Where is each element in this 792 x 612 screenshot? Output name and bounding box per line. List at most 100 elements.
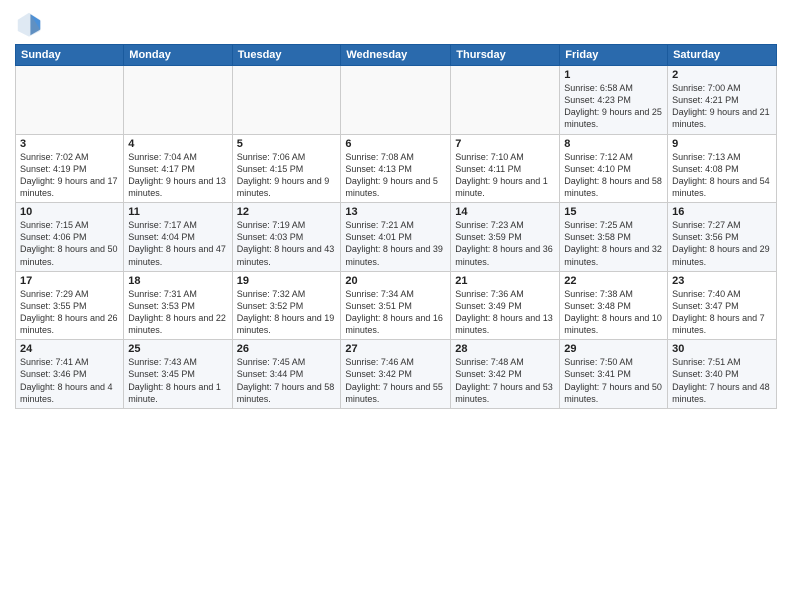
day-number: 13 — [345, 206, 446, 218]
day-info: Sunrise: 7:48 AM Sunset: 3:42 PM Dayligh… — [455, 356, 555, 405]
day-number: 10 — [20, 206, 119, 218]
calendar-header: SundayMondayTuesdayWednesdayThursdayFrid… — [16, 45, 777, 66]
calendar-cell: 27Sunrise: 7:46 AM Sunset: 3:42 PM Dayli… — [341, 340, 451, 409]
day-info: Sunrise: 7:08 AM Sunset: 4:13 PM Dayligh… — [345, 151, 446, 200]
calendar-cell: 23Sunrise: 7:40 AM Sunset: 3:47 PM Dayli… — [668, 271, 777, 340]
calendar-cell: 29Sunrise: 7:50 AM Sunset: 3:41 PM Dayli… — [560, 340, 668, 409]
day-info: Sunrise: 7:32 AM Sunset: 3:52 PM Dayligh… — [237, 288, 337, 337]
day-number: 22 — [564, 275, 663, 287]
calendar-cell: 26Sunrise: 7:45 AM Sunset: 3:44 PM Dayli… — [232, 340, 341, 409]
day-number: 14 — [455, 206, 555, 218]
calendar-week-1: 3Sunrise: 7:02 AM Sunset: 4:19 PM Daylig… — [16, 134, 777, 203]
calendar-cell: 28Sunrise: 7:48 AM Sunset: 3:42 PM Dayli… — [451, 340, 560, 409]
calendar-cell: 10Sunrise: 7:15 AM Sunset: 4:06 PM Dayli… — [16, 203, 124, 272]
day-number: 12 — [237, 206, 337, 218]
weekday-friday: Friday — [560, 45, 668, 66]
logo-icon — [15, 10, 43, 38]
day-info: Sunrise: 6:58 AM Sunset: 4:23 PM Dayligh… — [564, 82, 663, 131]
day-info: Sunrise: 7:21 AM Sunset: 4:01 PM Dayligh… — [345, 219, 446, 268]
day-number: 25 — [128, 343, 227, 355]
day-info: Sunrise: 7:27 AM Sunset: 3:56 PM Dayligh… — [672, 219, 772, 268]
day-info: Sunrise: 7:40 AM Sunset: 3:47 PM Dayligh… — [672, 288, 772, 337]
weekday-row: SundayMondayTuesdayWednesdayThursdayFrid… — [16, 45, 777, 66]
calendar-cell: 7Sunrise: 7:10 AM Sunset: 4:11 PM Daylig… — [451, 134, 560, 203]
day-info: Sunrise: 7:34 AM Sunset: 3:51 PM Dayligh… — [345, 288, 446, 337]
calendar-cell: 25Sunrise: 7:43 AM Sunset: 3:45 PM Dayli… — [124, 340, 232, 409]
calendar-cell — [124, 66, 232, 135]
calendar-cell: 21Sunrise: 7:36 AM Sunset: 3:49 PM Dayli… — [451, 271, 560, 340]
calendar-week-2: 10Sunrise: 7:15 AM Sunset: 4:06 PM Dayli… — [16, 203, 777, 272]
calendar-cell: 12Sunrise: 7:19 AM Sunset: 4:03 PM Dayli… — [232, 203, 341, 272]
day-info: Sunrise: 7:00 AM Sunset: 4:21 PM Dayligh… — [672, 82, 772, 131]
day-number: 4 — [128, 138, 227, 150]
day-info: Sunrise: 7:31 AM Sunset: 3:53 PM Dayligh… — [128, 288, 227, 337]
day-number: 28 — [455, 343, 555, 355]
weekday-sunday: Sunday — [16, 45, 124, 66]
calendar-cell: 18Sunrise: 7:31 AM Sunset: 3:53 PM Dayli… — [124, 271, 232, 340]
calendar-cell: 15Sunrise: 7:25 AM Sunset: 3:58 PM Dayli… — [560, 203, 668, 272]
calendar-cell: 19Sunrise: 7:32 AM Sunset: 3:52 PM Dayli… — [232, 271, 341, 340]
day-number: 26 — [237, 343, 337, 355]
day-number: 18 — [128, 275, 227, 287]
weekday-thursday: Thursday — [451, 45, 560, 66]
day-number: 6 — [345, 138, 446, 150]
day-number: 24 — [20, 343, 119, 355]
header — [15, 10, 777, 38]
day-number: 23 — [672, 275, 772, 287]
day-info: Sunrise: 7:04 AM Sunset: 4:17 PM Dayligh… — [128, 151, 227, 200]
day-info: Sunrise: 7:02 AM Sunset: 4:19 PM Dayligh… — [20, 151, 119, 200]
page: SundayMondayTuesdayWednesdayThursdayFrid… — [0, 0, 792, 612]
day-info: Sunrise: 7:17 AM Sunset: 4:04 PM Dayligh… — [128, 219, 227, 268]
day-number: 17 — [20, 275, 119, 287]
day-info: Sunrise: 7:43 AM Sunset: 3:45 PM Dayligh… — [128, 356, 227, 405]
calendar-week-4: 24Sunrise: 7:41 AM Sunset: 3:46 PM Dayli… — [16, 340, 777, 409]
day-number: 30 — [672, 343, 772, 355]
calendar-cell: 4Sunrise: 7:04 AM Sunset: 4:17 PM Daylig… — [124, 134, 232, 203]
day-info: Sunrise: 7:06 AM Sunset: 4:15 PM Dayligh… — [237, 151, 337, 200]
day-number: 5 — [237, 138, 337, 150]
calendar-cell: 14Sunrise: 7:23 AM Sunset: 3:59 PM Dayli… — [451, 203, 560, 272]
calendar-cell: 3Sunrise: 7:02 AM Sunset: 4:19 PM Daylig… — [16, 134, 124, 203]
day-number: 1 — [564, 69, 663, 81]
calendar-cell — [341, 66, 451, 135]
day-info: Sunrise: 7:46 AM Sunset: 3:42 PM Dayligh… — [345, 356, 446, 405]
calendar-week-3: 17Sunrise: 7:29 AM Sunset: 3:55 PM Dayli… — [16, 271, 777, 340]
day-info: Sunrise: 7:41 AM Sunset: 3:46 PM Dayligh… — [20, 356, 119, 405]
day-number: 7 — [455, 138, 555, 150]
day-number: 8 — [564, 138, 663, 150]
calendar-cell — [232, 66, 341, 135]
day-info: Sunrise: 7:36 AM Sunset: 3:49 PM Dayligh… — [455, 288, 555, 337]
day-number: 15 — [564, 206, 663, 218]
day-info: Sunrise: 7:12 AM Sunset: 4:10 PM Dayligh… — [564, 151, 663, 200]
calendar-cell: 24Sunrise: 7:41 AM Sunset: 3:46 PM Dayli… — [16, 340, 124, 409]
calendar-cell: 13Sunrise: 7:21 AM Sunset: 4:01 PM Dayli… — [341, 203, 451, 272]
weekday-saturday: Saturday — [668, 45, 777, 66]
day-number: 9 — [672, 138, 772, 150]
calendar-cell: 9Sunrise: 7:13 AM Sunset: 4:08 PM Daylig… — [668, 134, 777, 203]
day-info: Sunrise: 7:25 AM Sunset: 3:58 PM Dayligh… — [564, 219, 663, 268]
day-info: Sunrise: 7:51 AM Sunset: 3:40 PM Dayligh… — [672, 356, 772, 405]
calendar-body: 1Sunrise: 6:58 AM Sunset: 4:23 PM Daylig… — [16, 66, 777, 409]
day-number: 19 — [237, 275, 337, 287]
calendar-cell: 30Sunrise: 7:51 AM Sunset: 3:40 PM Dayli… — [668, 340, 777, 409]
calendar-cell: 22Sunrise: 7:38 AM Sunset: 3:48 PM Dayli… — [560, 271, 668, 340]
calendar-cell: 11Sunrise: 7:17 AM Sunset: 4:04 PM Dayli… — [124, 203, 232, 272]
day-number: 16 — [672, 206, 772, 218]
calendar-cell: 17Sunrise: 7:29 AM Sunset: 3:55 PM Dayli… — [16, 271, 124, 340]
calendar-cell: 16Sunrise: 7:27 AM Sunset: 3:56 PM Dayli… — [668, 203, 777, 272]
day-info: Sunrise: 7:29 AM Sunset: 3:55 PM Dayligh… — [20, 288, 119, 337]
calendar: SundayMondayTuesdayWednesdayThursdayFrid… — [15, 44, 777, 409]
calendar-cell: 5Sunrise: 7:06 AM Sunset: 4:15 PM Daylig… — [232, 134, 341, 203]
calendar-cell: 20Sunrise: 7:34 AM Sunset: 3:51 PM Dayli… — [341, 271, 451, 340]
day-number: 3 — [20, 138, 119, 150]
day-info: Sunrise: 7:19 AM Sunset: 4:03 PM Dayligh… — [237, 219, 337, 268]
calendar-cell: 2Sunrise: 7:00 AM Sunset: 4:21 PM Daylig… — [668, 66, 777, 135]
day-info: Sunrise: 7:10 AM Sunset: 4:11 PM Dayligh… — [455, 151, 555, 200]
calendar-cell — [16, 66, 124, 135]
day-info: Sunrise: 7:15 AM Sunset: 4:06 PM Dayligh… — [20, 219, 119, 268]
calendar-cell: 1Sunrise: 6:58 AM Sunset: 4:23 PM Daylig… — [560, 66, 668, 135]
day-info: Sunrise: 7:50 AM Sunset: 3:41 PM Dayligh… — [564, 356, 663, 405]
day-info: Sunrise: 7:45 AM Sunset: 3:44 PM Dayligh… — [237, 356, 337, 405]
weekday-tuesday: Tuesday — [232, 45, 341, 66]
day-info: Sunrise: 7:23 AM Sunset: 3:59 PM Dayligh… — [455, 219, 555, 268]
